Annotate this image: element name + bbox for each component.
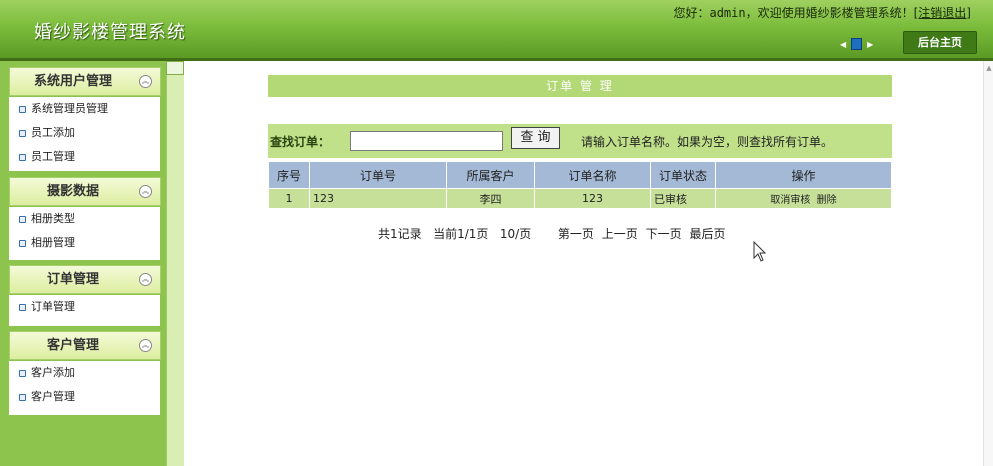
search-label: 查找订单： xyxy=(270,135,331,149)
page-title: 订单 管 理 xyxy=(268,75,892,97)
sidebar-item-album-type[interactable]: 相册类型 xyxy=(9,207,160,231)
bullet-icon xyxy=(19,129,26,137)
col-header-order-name: 订单名称 xyxy=(534,161,651,189)
pager-last-link[interactable]: 最后页 xyxy=(689,227,725,241)
sidebar-item-label: 员工管理 xyxy=(31,150,75,163)
scroll-up-icon[interactable]: ▲ xyxy=(984,64,993,72)
sidebar-group-system-users-items: 系统管理员管理 员工添加 员工管理 xyxy=(9,97,160,171)
sidebar-item-album-manage[interactable]: 相册管理 xyxy=(9,231,160,255)
sidebar-item-label: 相册管理 xyxy=(31,236,75,249)
sidebar-group-customers[interactable]: 客户管理 ︽ xyxy=(9,331,161,360)
cell-order-no: 123 xyxy=(309,188,447,209)
home-button[interactable]: 后台主页 xyxy=(903,31,977,54)
sidebar-item-customer-manage[interactable]: 客户管理 xyxy=(9,385,160,409)
toggle-frame-icon[interactable] xyxy=(851,38,863,50)
group-title: 客户管理 xyxy=(46,338,99,353)
table-header-row: 序号 订单号 所属客户 订单名称 订单状态 操作 xyxy=(268,161,892,189)
collapse-icon[interactable]: ︽ xyxy=(139,339,152,352)
group-title: 订单管理 xyxy=(46,272,99,287)
table-row: 1 123 李四 123 已审核 取消审核 删除 xyxy=(268,188,892,209)
app-title: 婚纱影楼管理系统 xyxy=(34,22,186,43)
main-scrollbar[interactable]: ▲ xyxy=(983,61,993,466)
col-header-status: 订单状态 xyxy=(650,161,716,189)
cell-actions: 取消审核 删除 xyxy=(715,188,892,209)
mouse-cursor-icon xyxy=(753,241,767,262)
col-header-index: 序号 xyxy=(268,161,310,189)
sidebar-group-orders-items: 订单管理 xyxy=(9,295,160,326)
sidebar-item-label: 员工添加 xyxy=(31,126,75,139)
sidebar-item-employee-manage[interactable]: 员工管理 xyxy=(9,145,160,169)
pager-current: 当前1/1页 xyxy=(433,227,489,241)
bullet-icon xyxy=(19,105,26,113)
sidebar-group-customers-items: 客户添加 客户管理 xyxy=(9,361,160,415)
welcome-prefix: 您好： xyxy=(673,6,710,20)
pagination: 共1记录 当前1/1页 10/页 第一页 上一页 下一页 最后页 xyxy=(378,225,729,242)
bullet-icon xyxy=(19,215,26,223)
sidebar-item-employee-add[interactable]: 员工添加 xyxy=(9,121,160,145)
sidebar-item-admin-manage[interactable]: 系统管理员管理 xyxy=(9,97,160,121)
pager-next-link[interactable]: 下一页 xyxy=(646,227,682,241)
sidebar-splitter[interactable] xyxy=(166,61,184,466)
sidebar-item-order-manage[interactable]: 订单管理 xyxy=(9,295,160,319)
search-bar: 查找订单： 查 询 请输入订单名称。如果为空，则查找所有订单。 xyxy=(268,124,892,158)
bullet-icon xyxy=(19,153,26,161)
welcome-suffix: ，欢迎使用婚纱影楼管理系统！ xyxy=(745,6,914,20)
sidebar-item-label: 客户添加 xyxy=(31,366,75,379)
search-hint: 请输入订单名称。如果为空，则查找所有订单。 xyxy=(581,135,834,149)
sidebar-group-orders[interactable]: 订单管理 ︽ xyxy=(9,265,161,294)
collapse-icon[interactable]: ︽ xyxy=(139,273,152,286)
group-title: 摄影数据 xyxy=(46,184,99,199)
col-header-actions: 操作 xyxy=(715,161,892,189)
logout-link[interactable]: [注销退出] xyxy=(914,6,971,20)
pager-per-page: 10/页 xyxy=(499,227,532,241)
sidebar-item-label: 客户管理 xyxy=(31,390,75,403)
top-header: 婚纱影楼管理系统 您好：admin，欢迎使用婚纱影楼管理系统！[注销退出] ◀ … xyxy=(0,0,993,58)
sidebar-group-photo-data[interactable]: 摄影数据 ︽ xyxy=(9,177,161,206)
sidebar-group-system-users[interactable]: 系统用户管理 ︽ xyxy=(9,67,161,96)
bullet-icon xyxy=(19,393,26,401)
sidebar-item-label: 系统管理员管理 xyxy=(31,102,108,115)
col-header-customer: 所属客户 xyxy=(446,161,535,189)
collapse-icon[interactable]: ︽ xyxy=(139,185,152,198)
collapse-icon[interactable]: ︽ xyxy=(139,75,152,88)
cell-status: 已审核 xyxy=(650,188,716,209)
sidebar-group-photo-data-items: 相册类型 相册管理 xyxy=(9,207,160,260)
nav-arrows: ◀ ▶ xyxy=(840,38,873,50)
search-input[interactable] xyxy=(350,131,503,151)
bullet-icon xyxy=(19,303,26,311)
username: admin xyxy=(709,6,746,20)
col-header-order-no: 订单号 xyxy=(309,161,447,189)
sidebar-item-label: 订单管理 xyxy=(31,300,75,313)
cell-order-name: 123 xyxy=(534,188,651,209)
pager-prev-link[interactable]: 上一页 xyxy=(602,227,638,241)
sidebar-item-label: 相册类型 xyxy=(31,212,75,225)
arrow-right-icon[interactable]: ▶ xyxy=(867,40,873,49)
cell-customer: 李四 xyxy=(446,188,535,209)
search-button[interactable]: 查 询 xyxy=(511,127,560,149)
group-title: 系统用户管理 xyxy=(33,74,112,89)
bullet-icon xyxy=(19,369,26,377)
sidebar-item-customer-add[interactable]: 客户添加 xyxy=(9,361,160,385)
orders-table: 序号 订单号 所属客户 订单名称 订单状态 操作 1 123 李四 123 已审… xyxy=(268,161,892,209)
cancel-review-link[interactable]: 取消审核 xyxy=(770,195,810,206)
delete-link[interactable]: 删除 xyxy=(817,195,837,206)
bullet-icon xyxy=(19,239,26,247)
cell-index: 1 xyxy=(268,188,310,209)
welcome-text: 您好：admin，欢迎使用婚纱影楼管理系统！[注销退出] xyxy=(673,4,971,21)
pager-total: 共1记录 xyxy=(378,227,422,241)
pager-first-link[interactable]: 第一页 xyxy=(558,227,594,241)
arrow-left-icon[interactable]: ◀ xyxy=(840,40,846,49)
sidebar-toggle-button[interactable] xyxy=(166,61,184,75)
